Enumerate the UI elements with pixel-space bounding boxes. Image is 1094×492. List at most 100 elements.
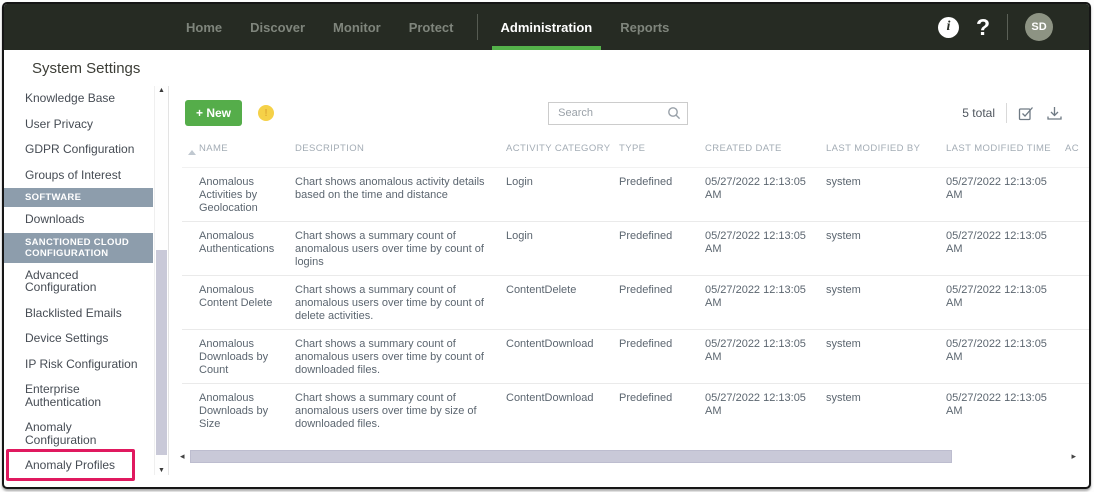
sort-icon[interactable] <box>188 150 196 155</box>
sidebar-scrollbar-thumb[interactable] <box>156 250 167 455</box>
cell-type: Predefined <box>619 176 673 188</box>
sidebar-item-groups-of-interest[interactable]: Groups of Interest <box>4 163 150 189</box>
sidebar-item-knowledge-base[interactable]: Knowledge Base <box>4 86 150 112</box>
sidebar-item-anomaly-configuration[interactable]: Anomaly Configuration <box>4 415 150 453</box>
sidebar: System Settings Knowledge Base User Priv… <box>4 50 172 487</box>
sidebar-item-device-settings[interactable]: Device Settings <box>4 326 150 352</box>
scroll-right-icon[interactable]: ▸ <box>1071 451 1076 461</box>
main-content: + New ! 5 total <box>172 50 1089 487</box>
cell-created-date: 05/27/2022 12:13:05 AM <box>705 284 806 309</box>
sidebar-section-software: SOFTWARE <box>4 188 153 207</box>
info-icon[interactable]: i <box>937 16 959 38</box>
help-icon[interactable]: ? <box>976 15 990 39</box>
cell-last-modified-by: system <box>826 392 861 404</box>
nav-divider <box>476 14 478 40</box>
column-header-last-modified-time[interactable]: LAST MODIFIED TIME <box>946 138 1065 167</box>
toolbar-divider <box>1006 103 1007 123</box>
alert-icon[interactable]: ! <box>258 105 275 121</box>
column-header-created-date[interactable]: CREATED DATE <box>705 138 826 167</box>
toolbar-right-group: 5 total <box>962 103 1063 123</box>
scroll-left-icon[interactable]: ◂ <box>180 451 185 461</box>
nav-protect[interactable]: Protect <box>395 4 468 50</box>
nav-discover[interactable]: Discover <box>236 4 319 50</box>
user-avatar[interactable]: SD <box>1025 13 1053 41</box>
horizontal-scrollbar[interactable]: ◂ ▸ <box>180 449 1076 463</box>
sidebar-item-blacklisted-emails[interactable]: Blacklisted Emails <box>4 301 150 327</box>
cell-last-modified-time: 05/27/2022 12:13:05 AM <box>946 176 1047 201</box>
cell-description: Chart shows a summary count of anomalous… <box>295 284 484 322</box>
cell-description: Chart shows anomalous activity details b… <box>295 176 485 201</box>
cell-name: Anomalous Authentications <box>199 230 275 255</box>
navbar-divider <box>1007 14 1008 40</box>
sidebar-title: System Settings <box>32 60 141 77</box>
cell-activity-category: ContentDownload <box>506 338 594 350</box>
sidebar-list: Knowledge Base User Privacy GDPR Configu… <box>4 86 172 480</box>
cell-activity-category: ContentDownload <box>506 392 594 404</box>
cell-created-date: 05/27/2022 12:13:05 AM <box>705 230 806 255</box>
cell-type: Predefined <box>619 230 673 242</box>
sidebar-item-advanced-configuration[interactable]: Advanced Configuration <box>4 263 150 301</box>
search-icon[interactable] <box>667 106 681 125</box>
scroll-down-icon[interactable]: ▼ <box>155 467 168 474</box>
cell-last-modified-by: system <box>826 284 861 296</box>
cell-name: Anomalous Activities by Geolocation <box>199 176 258 214</box>
sidebar-item-enterprise-authentication[interactable]: Enterprise Authentication <box>4 377 150 415</box>
nav-reports[interactable]: Reports <box>606 4 683 50</box>
cell-activity-category: Login <box>506 176 533 188</box>
column-select-icon[interactable] <box>1018 105 1035 122</box>
table-row[interactable]: Anomalous Activities by Geolocation Char… <box>182 168 1089 221</box>
top-navbar: Home Discover Monitor Protect Administra… <box>4 4 1089 50</box>
navbar-right-group: i ? SD <box>937 4 1089 50</box>
horizontal-scrollbar-track[interactable] <box>189 449 1067 463</box>
nav-home[interactable]: Home <box>172 4 236 50</box>
toolbar: + New ! 5 total <box>185 100 1063 126</box>
cell-last-modified-by: system <box>826 230 861 242</box>
column-header-activity-category[interactable]: ACTIVITY CATEGORY <box>506 138 619 167</box>
cell-type: Predefined <box>619 338 673 350</box>
cell-last-modified-time: 05/27/2022 12:13:05 AM <box>946 392 1047 417</box>
table-row[interactable]: Anomalous Authentications Chart shows a … <box>182 221 1089 275</box>
cell-activity-category: Login <box>506 230 533 242</box>
cell-name: Anomalous Downloads by Size <box>199 392 269 430</box>
search-box <box>548 101 689 125</box>
cell-type: Predefined <box>619 284 673 296</box>
sidebar-item-anomaly-profiles[interactable]: Anomaly Profiles <box>4 449 150 480</box>
anomaly-profiles-table: NAME DESCRIPTION ACTIVITY CATEGORY TYPE … <box>182 138 1089 437</box>
cell-created-date: 05/27/2022 12:13:05 AM <box>705 176 806 201</box>
nav-monitor[interactable]: Monitor <box>319 4 395 50</box>
table-row[interactable]: Anomalous Content Delete Chart shows a s… <box>182 275 1089 329</box>
cell-description: Chart shows a summary count of anomalous… <box>295 392 477 430</box>
sidebar-scrollbar[interactable]: ▲ ▼ <box>154 86 169 475</box>
cell-description: Chart shows a summary count of anomalous… <box>295 338 484 376</box>
table-row[interactable]: Anomalous Downloads by Count Chart shows… <box>182 329 1089 383</box>
horizontal-scrollbar-thumb[interactable] <box>189 449 953 463</box>
download-icon[interactable] <box>1046 105 1063 122</box>
table-row[interactable]: Anomalous Downloads by Size Chart shows … <box>182 383 1089 437</box>
cell-name: Anomalous Downloads by Count <box>199 338 269 376</box>
scroll-up-icon[interactable]: ▲ <box>155 87 168 94</box>
total-count: 5 total <box>962 106 995 120</box>
sidebar-item-downloads[interactable]: Downloads <box>4 207 150 233</box>
column-header-last-modified-by[interactable]: LAST MODIFIED BY <box>826 138 946 167</box>
sidebar-section-sanctioned-cloud: SANCTIONED CLOUD CONFIGURATION <box>4 232 153 263</box>
new-button[interactable]: + New <box>185 100 243 126</box>
cell-created-date: 05/27/2022 12:13:05 AM <box>705 392 806 417</box>
cell-last-modified-by: system <box>826 176 861 188</box>
app-window: Home Discover Monitor Protect Administra… <box>2 2 1091 489</box>
sidebar-item-user-privacy[interactable]: User Privacy <box>4 112 150 138</box>
cell-name: Anomalous Content Delete <box>199 284 273 309</box>
cell-last-modified-time: 05/27/2022 12:13:05 AM <box>946 284 1047 309</box>
table-header-row: NAME DESCRIPTION ACTIVITY CATEGORY TYPE … <box>182 138 1089 168</box>
column-header-name[interactable]: NAME <box>199 138 295 167</box>
cell-last-modified-time: 05/27/2022 12:13:05 AM <box>946 230 1047 255</box>
cell-activity-category: ContentDelete <box>506 284 577 296</box>
cell-created-date: 05/27/2022 12:13:05 AM <box>705 338 806 363</box>
sidebar-item-ip-risk-configuration[interactable]: IP Risk Configuration <box>4 352 150 378</box>
column-header-type[interactable]: TYPE <box>619 138 705 167</box>
column-header-actions[interactable]: AC <box>1065 138 1089 167</box>
nav-administration[interactable]: Administration <box>487 4 607 50</box>
column-header-description[interactable]: DESCRIPTION <box>295 138 506 167</box>
cell-last-modified-by: system <box>826 338 861 350</box>
cell-description: Chart shows a summary count of anomalous… <box>295 230 484 268</box>
sidebar-item-gdpr-configuration[interactable]: GDPR Configuration <box>4 137 150 163</box>
